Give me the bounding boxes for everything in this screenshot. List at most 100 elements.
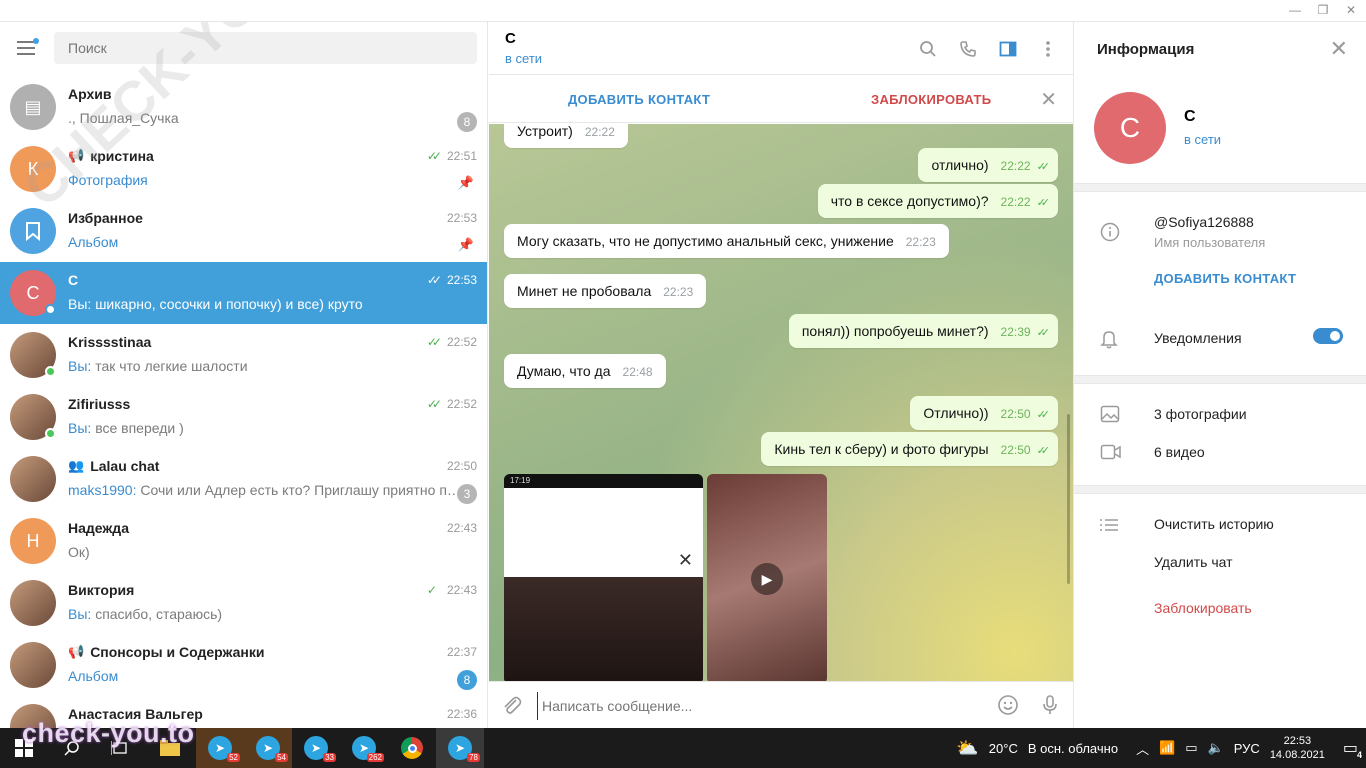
video-message[interactable]: ▶ (707, 474, 827, 681)
telegram-icon[interactable]: ➤ 262 (340, 728, 388, 768)
minimize-button[interactable]: — (1288, 3, 1302, 17)
delete-chat-button[interactable]: Удалить чат (1154, 554, 1233, 570)
microphone-icon[interactable] (1041, 694, 1059, 722)
weather-temp[interactable]: 20°C (989, 741, 1018, 756)
language-indicator[interactable]: РУС (1234, 741, 1260, 756)
message-bubble[interactable]: Отлично)) 22:50 ✓✓ (910, 396, 1058, 430)
chevron-up-icon[interactable]: ︿ (1136, 739, 1149, 758)
chat-time: 22:52 (446, 397, 477, 411)
chat-time: 22:36 (446, 707, 477, 721)
chat-item[interactable]: 📢 Спонсоры и Содержанки Альбом 22:37 8 (0, 634, 487, 696)
chat-time: 22:53 (446, 273, 477, 287)
add-contact-button[interactable]: ДОБАВИТЬ КОНТАКТ (568, 92, 710, 107)
message-text: Устроит) (517, 124, 573, 139)
preview-sender: Вы: (68, 420, 92, 436)
double-check-icon: ✓✓ (1036, 197, 1051, 209)
chat-preview: все впереди ) (95, 420, 184, 436)
message-input[interactable] (537, 692, 967, 720)
info-panel: Информация ✕ С С в сети @Sofiya126888 Им… (1073, 22, 1366, 728)
telegram-icon[interactable]: ➤ 78 (436, 728, 484, 768)
menu-icon[interactable] (17, 38, 39, 55)
search-icon[interactable] (917, 38, 939, 60)
emoji-icon[interactable] (997, 694, 1019, 722)
sidebar-toggle-icon[interactable] (997, 38, 1019, 60)
chat-time: 22:50 (446, 459, 477, 473)
chat-item[interactable]: Н Надежда Ок) 22:43 (0, 510, 487, 572)
message-text: Отлично)) (923, 405, 989, 421)
avatar[interactable]: С (1094, 92, 1166, 164)
profile-status: в сети (1184, 132, 1222, 147)
message-bubble[interactable]: отлично) 22:22 ✓✓ (918, 148, 1058, 182)
weather-text[interactable]: В осн. облачно (1028, 741, 1118, 756)
chat-item[interactable]: 👥 Lalau chat maks1990: Сочи или Адлер есть… (0, 448, 487, 510)
notifications-toggle[interactable] (1313, 328, 1343, 344)
list-icon (1100, 518, 1118, 537)
info-title: Информация (1097, 41, 1195, 58)
close-icon[interactable]: ✕ (1330, 36, 1348, 62)
chat-item[interactable]: Krisssstinaa Вы: так что легкие шалости ✓✓… (0, 324, 487, 386)
telegram-icon[interactable]: ➤ 33 (292, 728, 340, 768)
volume-icon[interactable]: 🔈 (1208, 740, 1224, 756)
network-icon[interactable]: 📶 (1159, 740, 1175, 756)
message-bubble[interactable]: что в сексе допустимо)? 22:22 ✓✓ (817, 184, 1058, 218)
profile-section: С С в сети (1074, 76, 1366, 184)
chat-title[interactable]: С (505, 30, 516, 47)
photos-link[interactable]: 3 фотографии (1154, 406, 1247, 422)
chat-name: Спонсоры и Содержанки (90, 644, 265, 660)
message-time: 22:48 (622, 365, 653, 379)
close-window-button[interactable]: ✕ (1344, 3, 1358, 17)
message-area[interactable]: Устроит) 22:22 отлично) 22:22 ✓✓ что в сексе … (489, 124, 1073, 681)
unread-badge: 8 (457, 670, 477, 690)
composer (489, 681, 1073, 728)
taskbar-apps: ➤ 52 ➤ 54 ➤ 33 ➤ 262 ➤ 78 (196, 728, 490, 768)
battery-icon[interactable]: ▭ (1185, 740, 1197, 756)
message-bubble[interactable]: Кинь тел к сберу) и фото фигуры 22:50 ✓✓ (761, 432, 1058, 466)
play-icon[interactable]: ▶ (751, 563, 783, 595)
message-bubble[interactable]: Минет не пробовала 22:23 (504, 274, 707, 308)
message-bubble[interactable]: Думаю, что да 22:48 (504, 354, 666, 388)
block-user-button[interactable]: Заблокировать (1154, 600, 1252, 616)
message-bubble[interactable]: Устроит) 22:22 (504, 124, 628, 148)
chat-time: 22:37 (446, 645, 477, 659)
chrome-icon[interactable] (388, 728, 436, 768)
preview-sender: maks1990: (68, 482, 137, 498)
notification-center-icon[interactable]: ▭ 4 (1343, 738, 1362, 760)
clock[interactable]: 22:53 14.08.2021 (1270, 734, 1325, 762)
chat-preview: Сочи или Адлер есть кто? Приглашу приятн… (140, 482, 463, 498)
chat-item[interactable]: С С Вы: шикарно, сосочки и попочку) и все)… (0, 262, 487, 324)
username-value[interactable]: @Sofiya126888 (1154, 214, 1254, 230)
unread-badge: 8 (457, 112, 477, 132)
message-time: 22:22 (584, 125, 615, 139)
chat-time: 22:51 (446, 149, 477, 163)
chat-name: Lalau chat (90, 458, 160, 474)
archive-icon: ▤ (24, 96, 42, 117)
check-icon: ✓ (426, 583, 437, 597)
media-section: 3 фотографии 6 видео (1074, 384, 1366, 486)
chat-item[interactable]: Избранное Альбом 22:53 📌 (0, 200, 487, 262)
clear-history-button[interactable]: Очистить историю (1154, 516, 1274, 532)
maximize-button[interactable]: ❐ (1316, 3, 1330, 17)
phone-icon[interactable] (957, 38, 979, 60)
double-check-icon: ✓✓ (426, 273, 442, 287)
block-button[interactable]: ЗАБЛОКИРОВАТЬ (871, 92, 991, 107)
chat-name: Избранное (68, 210, 143, 226)
message-bubble[interactable]: понял)) попробуешь минет?) 22:39 ✓✓ (788, 314, 1058, 348)
close-icon[interactable]: ✕ (1040, 87, 1057, 112)
search-input[interactable] (54, 32, 477, 64)
telegram-icon[interactable]: ➤ 52 (196, 728, 244, 768)
scrollbar[interactable] (1067, 414, 1070, 584)
videos-link[interactable]: 6 видео (1154, 444, 1205, 460)
chat-item[interactable]: Виктория Вы: спасибо, стараюсь) ✓ 22:43 (0, 572, 487, 634)
paperclip-icon[interactable] (502, 694, 522, 722)
message-time: 22:39 (1000, 325, 1031, 339)
chat-preview: Альбом (68, 234, 119, 250)
weather-icon[interactable]: ⛅ (956, 738, 978, 759)
chat-item[interactable]: Zifiriusss Вы: все впереди ) ✓✓ 22:52 (0, 386, 487, 448)
photo-message[interactable]: 17:19 ✕ (504, 474, 703, 681)
add-contact-link[interactable]: ДОБАВИТЬ КОНТАКТ (1154, 271, 1296, 286)
chat-name: Zifiriusss (68, 396, 131, 412)
message-time: 22:22 (1000, 159, 1031, 173)
message-bubble[interactable]: Могу сказать, что не допустимо анальный … (504, 224, 949, 258)
more-vertical-icon[interactable] (1037, 38, 1059, 60)
telegram-icon[interactable]: ➤ 54 (244, 728, 292, 768)
